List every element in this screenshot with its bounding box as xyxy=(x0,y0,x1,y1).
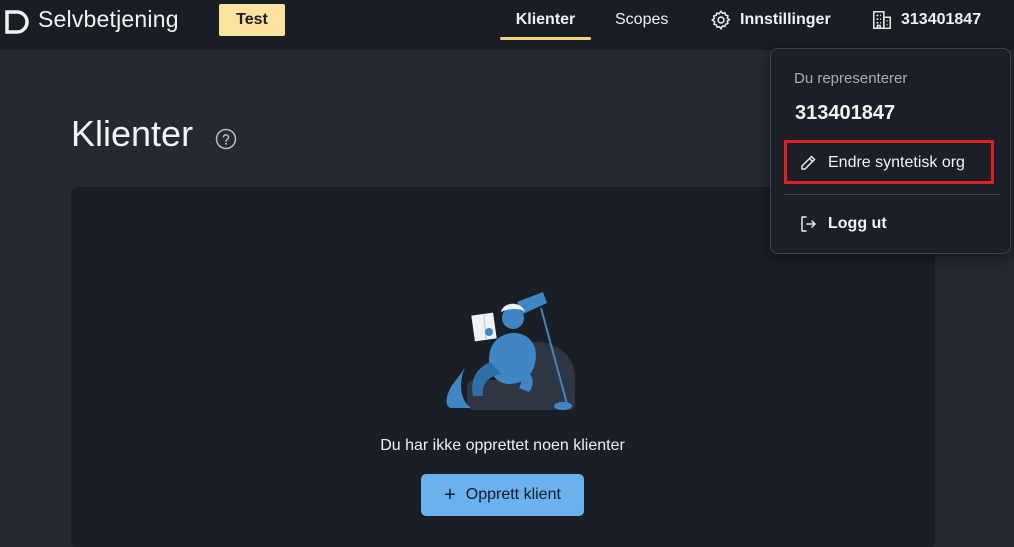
represents-label: Du representerer xyxy=(794,70,908,87)
menu-divider xyxy=(784,194,1000,195)
nav-tab-scopes[interactable]: Scopes xyxy=(615,0,668,40)
brand-name[interactable]: Selvbetjening xyxy=(38,6,179,33)
nav-settings-label: Innstillinger xyxy=(740,11,831,28)
highlight-box xyxy=(784,140,994,184)
organization-dropdown-menu: Du representerer 313401847 Endre synteti… xyxy=(770,48,1011,254)
logout-icon xyxy=(801,216,816,232)
nav-tab-label: Scopes xyxy=(615,11,669,28)
logo-icon[interactable] xyxy=(4,9,30,35)
create-client-label: Opprett klient xyxy=(465,486,561,503)
page-title: Klienter xyxy=(71,113,194,154)
logout-label: Logg ut xyxy=(828,215,887,232)
gear-icon xyxy=(710,9,731,31)
organization-number: 313401847 xyxy=(901,11,982,28)
represented-org-number: 313401847 xyxy=(795,102,896,124)
nav-settings[interactable]: Innstillinger xyxy=(710,0,831,40)
top-navigation-bar: Selvbetjening Test Klienter Scopes Innst… xyxy=(0,0,1014,50)
environment-badge: Test xyxy=(219,4,285,36)
logout-item[interactable]: Logg ut xyxy=(784,203,994,245)
nav-organization-menu[interactable]: 313401847 xyxy=(871,0,981,40)
nav-tab-klienter[interactable]: Klienter xyxy=(500,0,591,40)
empty-state-message: Du har ikke opprettet noen klienter xyxy=(380,437,625,454)
building-icon xyxy=(873,11,891,29)
reading-person-illustration xyxy=(446,292,575,410)
plus-icon: + xyxy=(444,484,456,506)
create-client-button[interactable]: + Opprett klient xyxy=(421,474,584,516)
help-circle-icon[interactable] xyxy=(215,128,237,150)
nav-tab-label: Klienter xyxy=(515,11,576,28)
active-tab-indicator xyxy=(500,37,591,40)
